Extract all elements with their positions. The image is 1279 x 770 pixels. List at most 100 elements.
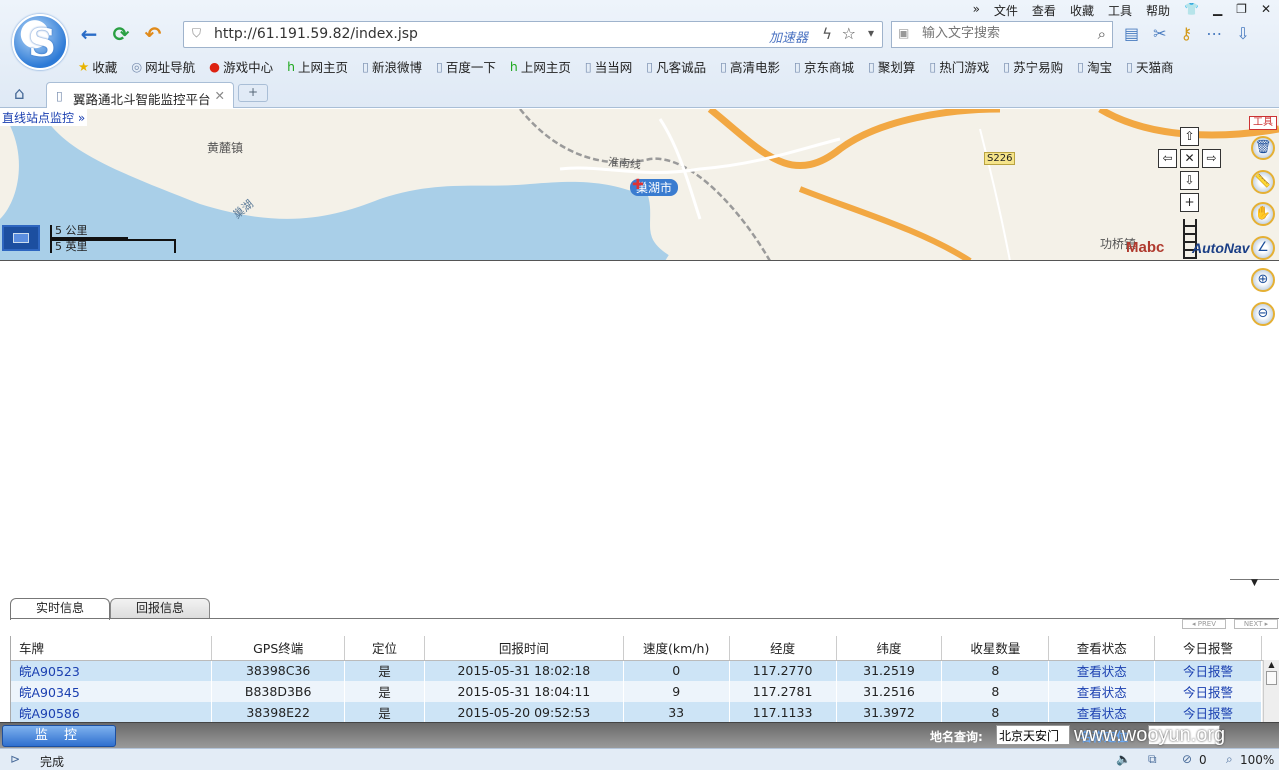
- menu-tools[interactable]: 工具: [1108, 2, 1132, 19]
- table-row[interactable]: 皖A90345 B838D3B6 是 2015-05-31 18:04:11 9…: [11, 681, 1279, 702]
- bookmark-item[interactable]: h 上网主页: [510, 57, 571, 76]
- sidebar-toggle-icon[interactable]: ⊳: [10, 752, 20, 766]
- menu-expand-icon[interactable]: »: [973, 2, 980, 19]
- pan-left-icon[interactable]: ⇦: [1158, 149, 1177, 168]
- close-window-icon[interactable]: ✕: [1261, 2, 1271, 19]
- measure-angle-icon[interactable]: ∠: [1251, 236, 1275, 260]
- lightning-icon[interactable]: ϟ: [822, 25, 832, 43]
- zoom-level[interactable]: 100%: [1240, 753, 1274, 767]
- chevron-down-icon[interactable]: ▾: [868, 26, 874, 40]
- overview-map-toggle[interactable]: [2, 225, 40, 251]
- bookmark-item[interactable]: ▯ 高清电影: [720, 57, 780, 76]
- more-icon[interactable]: ⋯: [1206, 24, 1222, 43]
- scroll-up-icon[interactable]: ▲: [1264, 660, 1279, 669]
- cell-plate[interactable]: 皖A90586: [11, 702, 213, 722]
- today-alarm-link[interactable]: 今日报警: [1154, 681, 1262, 702]
- minimize-icon[interactable]: ▁: [1213, 2, 1222, 19]
- back-arrow-icon[interactable]: ←: [76, 22, 102, 46]
- col-located[interactable]: 定位: [344, 636, 425, 661]
- scissors-icon[interactable]: ✂: [1153, 24, 1166, 43]
- home-icon[interactable]: ⌂: [14, 84, 25, 104]
- tools-label[interactable]: 工具: [1249, 116, 1277, 130]
- trash-icon[interactable]: 🗑: [1251, 136, 1275, 160]
- menu-help[interactable]: 帮助: [1146, 2, 1170, 19]
- accelerator-label[interactable]: 加速器: [769, 27, 808, 46]
- adblock-icon[interactable]: ⊘: [1182, 752, 1192, 766]
- view-status-link[interactable]: 查看状态: [1048, 660, 1156, 681]
- pan-down-icon[interactable]: ⇩: [1180, 171, 1199, 190]
- monitor-button[interactable]: 监 控: [2, 725, 116, 747]
- today-alarm-link[interactable]: 今日报警: [1154, 702, 1262, 722]
- col-time[interactable]: 回报时间: [424, 636, 624, 661]
- zoom-out-tool-icon[interactable]: ⊖: [1251, 302, 1275, 326]
- menu-view[interactable]: 查看: [1032, 2, 1056, 19]
- next-page-button[interactable]: NEXT ▸: [1234, 619, 1278, 629]
- bookmark-item[interactable]: ▯ 苏宁易购: [1003, 57, 1063, 76]
- table-scrollbar[interactable]: ▲: [1263, 660, 1279, 722]
- view-status-link[interactable]: 查看状态: [1048, 681, 1156, 702]
- search-engine-icon[interactable]: ▣: [898, 26, 909, 40]
- sidebar-icon[interactable]: ▤: [1124, 24, 1139, 43]
- download-icon[interactable]: ⇩: [1236, 24, 1249, 43]
- cell-plate[interactable]: 皖A90523: [11, 660, 213, 681]
- hand-pan-icon[interactable]: ✋: [1251, 202, 1275, 226]
- bookmark-item[interactable]: ▯ 凡客诚品: [646, 57, 706, 76]
- bookmark-item[interactable]: ★ 收藏: [78, 57, 117, 76]
- panel-label[interactable]: 直线站点监控 »: [0, 109, 88, 126]
- bookmark-item[interactable]: ▯ 京东商城: [794, 57, 854, 76]
- col-plate[interactable]: 车牌: [11, 636, 213, 661]
- prev-page-button[interactable]: ◂ PREV: [1182, 619, 1226, 629]
- speaker-icon[interactable]: 🔈: [1116, 752, 1131, 766]
- tab-report[interactable]: 回报信息: [110, 598, 210, 618]
- search-icon[interactable]: ⌕: [1098, 25, 1106, 43]
- double-chevron-icon[interactable]: »: [78, 111, 85, 125]
- bookmark-item[interactable]: ▯ 百度一下: [436, 57, 496, 76]
- toolbox-icon[interactable]: ⧉: [1148, 752, 1157, 767]
- refresh-icon[interactable]: ⟳: [108, 22, 134, 46]
- zoom-icon[interactable]: ⌕: [1226, 752, 1233, 767]
- today-alarm-link[interactable]: 今日报警: [1154, 660, 1262, 681]
- vehicle-marker-icon[interactable]: ✚: [632, 177, 644, 193]
- url-text[interactable]: http://61.191.59.82/index.jsp: [214, 26, 418, 42]
- bookmark-item[interactable]: ● 游戏中心: [209, 57, 273, 76]
- search-input[interactable]: [922, 25, 1082, 40]
- skin-icon[interactable]: 👕: [1184, 2, 1199, 19]
- full-extent-icon[interactable]: ✕: [1180, 149, 1199, 168]
- search-box[interactable]: ▣ ⌕: [891, 21, 1113, 48]
- tab-realtime[interactable]: 实时信息: [10, 598, 110, 620]
- key-icon[interactable]: ⚷: [1181, 24, 1193, 43]
- col-sats[interactable]: 收星数量: [941, 636, 1050, 661]
- bookmark-item[interactable]: ▯ 新浪微博: [362, 57, 422, 76]
- address-bar[interactable]: ⛉ http://61.191.59.82/index.jsp 加速器 ϟ ☆ …: [183, 21, 883, 48]
- ruler-icon[interactable]: 📏: [1251, 170, 1275, 194]
- new-tab-button[interactable]: +: [238, 84, 268, 102]
- bookmark-item[interactable]: h 上网主页: [287, 57, 348, 76]
- tab-monitor-platform[interactable]: ▯ 翼路通北斗智能监控平台 ✕: [46, 82, 234, 108]
- restore-icon[interactable]: ❐: [1236, 2, 1247, 19]
- view-status-link[interactable]: 查看状态: [1048, 702, 1156, 722]
- place-search-input[interactable]: [996, 725, 1070, 745]
- col-lng[interactable]: 经度: [729, 636, 837, 661]
- menu-favorites[interactable]: 收藏: [1070, 2, 1094, 19]
- bookmark-item[interactable]: ▯ 天猫商: [1126, 57, 1173, 76]
- map-area[interactable]: 直线站点监控 » 黄麓镇 巢湖 淮南线 巢湖市 ✚ S226 功桥镇 5 公里 …: [0, 109, 1279, 261]
- col-lat[interactable]: 纬度: [836, 636, 943, 661]
- col-alarm[interactable]: 今日报警: [1154, 636, 1262, 661]
- star-icon[interactable]: ☆: [842, 24, 856, 43]
- browser-logo[interactable]: S: [12, 14, 68, 70]
- zoom-in-tool-icon[interactable]: ⊕: [1251, 268, 1275, 292]
- undo-icon[interactable]: ↶: [140, 22, 166, 46]
- bookmark-item[interactable]: ▯ 聚划算: [868, 57, 915, 76]
- col-status[interactable]: 查看状态: [1048, 636, 1156, 661]
- pan-right-icon[interactable]: ⇨: [1202, 149, 1221, 168]
- cell-plate[interactable]: 皖A90345: [11, 681, 213, 702]
- close-tab-icon[interactable]: ✕: [215, 88, 225, 103]
- zoom-in-icon[interactable]: +: [1180, 193, 1199, 212]
- bookmark-item[interactable]: ▯ 当当网: [585, 57, 632, 76]
- bookmark-item[interactable]: ▯ 热门游戏: [929, 57, 989, 76]
- pan-up-icon[interactable]: ⇧: [1180, 127, 1199, 146]
- bookmark-item[interactable]: ◎ 网址导航: [131, 57, 195, 76]
- table-row[interactable]: 皖A90523 38398C36 是 2015-05-31 18:02:18 0…: [11, 660, 1279, 681]
- menu-file[interactable]: 文件: [994, 2, 1018, 19]
- col-speed[interactable]: 速度(km/h): [623, 636, 730, 661]
